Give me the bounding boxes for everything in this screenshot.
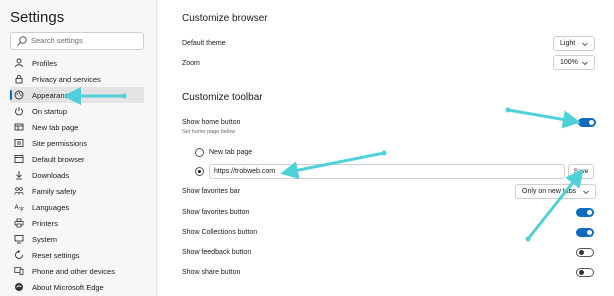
home-url-input[interactable]: https://trobweb.com [209,164,565,179]
chevron-down-icon [583,190,589,195]
settings-title: Settings [10,9,65,26]
printer-icon [14,218,24,228]
feedback-button-label: Show feedback button [182,249,252,256]
language-icon: A字 [14,202,25,212]
monitor-icon [14,234,24,244]
search-icon [17,36,27,46]
download-icon [14,170,24,180]
chevron-down-icon [582,61,588,66]
sidebar-item-site-permissions[interactable]: Site permissions [10,135,144,151]
sidebar-item-printers[interactable]: Printers [10,215,144,231]
sidebar-item-system[interactable]: System [10,231,144,247]
browser-icon [14,154,24,164]
home-url-value: https://trobweb.com [214,168,276,175]
sidebar-item-label: System [32,234,58,244]
sidebar-item-new-tab-page[interactable]: New tab page [10,119,144,135]
sidebar-item-label: Languages [32,202,70,212]
show-home-button-label: Show home button [182,119,241,126]
toggle-knob [587,210,592,215]
sidebar-item-label: Downloads [32,170,70,180]
favorites-bar-value: Only on new tabs [522,188,577,195]
reset-icon [14,250,24,260]
sidebar-item-privacy[interactable]: Privacy and services [10,71,144,87]
sidebar-item-default-browser[interactable]: Default browser [10,151,144,167]
save-button[interactable]: Save [568,164,594,179]
home-sublabel: Set home page below [182,129,236,135]
sidebar-item-about-edge[interactable]: About Microsoft Edge [10,279,144,295]
edge-icon [14,282,24,292]
favorites-bar-select[interactable]: Only on new tabs [515,184,596,199]
sidebar-item-phone-devices[interactable]: Phone and other devices [10,263,144,279]
phone-icon [14,266,24,276]
settings-nav: Profiles Privacy and services Appearance… [10,55,144,295]
sidebar-item-label: Family safety [32,186,77,196]
lock-icon [14,74,24,84]
search-settings-input[interactable]: Search settings [10,32,144,50]
sidebar-item-label: New tab page [32,122,79,132]
favorites-button-toggle[interactable] [576,208,594,217]
palette-icon [14,90,24,100]
sidebar-item-label: Appearance [32,90,73,100]
sidebar-item-label: Default browser [32,154,85,164]
sidebar-item-label: Site permissions [32,138,88,148]
zoom-select[interactable]: 100% [553,55,595,70]
profile-icon [14,58,24,68]
share-button-label: Show share button [182,269,241,276]
sidebar-item-downloads[interactable]: Downloads [10,167,144,183]
customize-toolbar-heading: Customize toolbar [182,92,263,103]
favorites-button-label: Show favorites button [182,209,250,216]
grid-icon [14,122,24,132]
theme-select-value: Light [560,40,576,47]
sidebar-item-label: Printers [32,218,58,228]
settings-sidebar: Settings Search settings Profiles Privac… [0,0,157,296]
sidebar-item-label: Privacy and services [32,74,101,84]
sliders-icon [14,138,24,148]
collections-button-toggle[interactable] [576,228,594,237]
sidebar-item-label: On startup [32,106,68,116]
collections-button-label: Show Collections button [182,229,258,236]
sidebar-item-profiles[interactable]: Profiles [10,55,144,71]
new-tab-page-radio[interactable] [195,148,204,157]
settings-main: Customize browser Default theme Light Zo… [158,0,614,296]
favorites-bar-label: Show favorites bar [182,188,240,195]
sidebar-item-family-safety[interactable]: Family safety [10,183,144,199]
share-button-toggle[interactable] [576,268,594,277]
zoom-label: Zoom [182,60,200,67]
custom-url-radio[interactable] [195,167,204,176]
sidebar-item-label: Phone and other devices [32,266,115,276]
theme-select[interactable]: Light [553,36,595,51]
search-placeholder: Search settings [31,36,83,45]
zoom-select-value: 100% [560,59,578,66]
sidebar-item-reset-settings[interactable]: Reset settings [10,247,144,263]
sidebar-item-label: About Microsoft Edge [32,282,104,292]
family-icon [14,186,24,196]
sidebar-item-languages[interactable]: A字 Languages [10,199,144,215]
chevron-down-icon [582,42,588,47]
sidebar-item-label: Profiles [32,58,58,68]
feedback-button-toggle[interactable] [576,248,594,257]
power-icon [14,106,24,116]
toggle-knob [579,250,584,255]
sidebar-item-appearance[interactable]: Appearance [10,87,144,103]
toggle-knob [587,230,592,235]
customize-browser-heading: Customize browser [182,13,268,24]
sidebar-item-on-startup[interactable]: On startup [10,103,144,119]
sidebar-item-label: Reset settings [32,250,80,260]
new-tab-page-radio-label: New tab page [209,149,253,156]
svg-text:字: 字 [19,206,24,212]
default-theme-label: Default theme [182,40,226,47]
toggle-knob [579,270,584,275]
toggle-knob [589,120,594,125]
home-button-toggle[interactable] [578,118,596,127]
